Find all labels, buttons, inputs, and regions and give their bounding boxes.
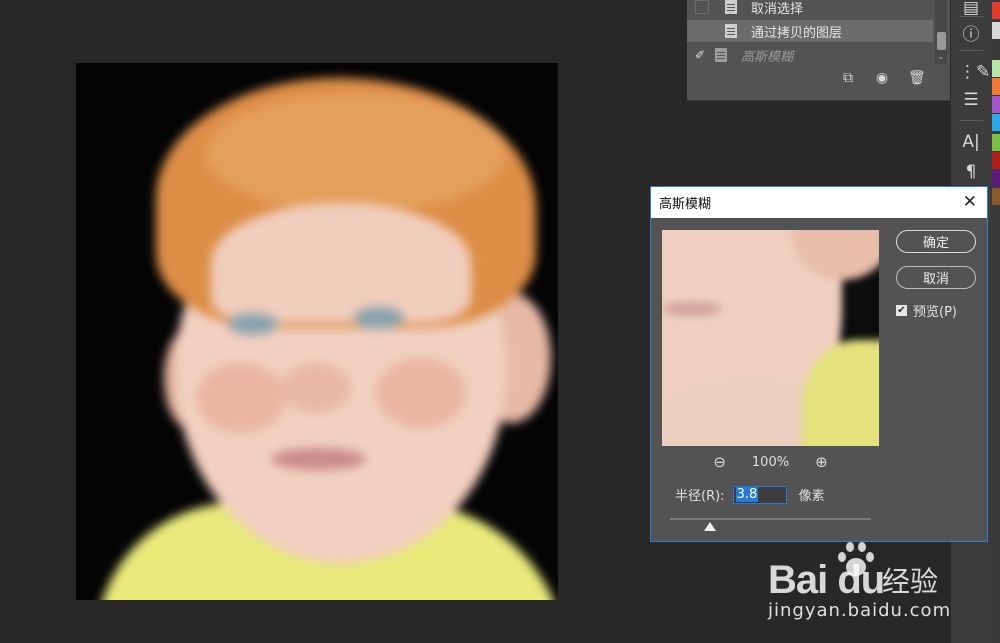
scroll-down-icon[interactable]: ⌄ xyxy=(937,52,945,62)
swatch[interactable] xyxy=(992,78,1000,95)
radius-value[interactable]: 3.8 xyxy=(735,487,759,502)
swatch[interactable] xyxy=(992,2,1000,19)
radius-label: 半径(R): xyxy=(675,489,725,504)
zoom-in-icon[interactable]: ⊕ xyxy=(815,453,828,471)
swatch[interactable] xyxy=(992,114,1000,131)
history-item[interactable]: ✐ 高斯模糊 xyxy=(687,44,933,66)
swatch[interactable] xyxy=(992,152,1000,169)
history-panel: 取消选择 通过拷贝的图层 ✐ 高斯模糊 ⌄ ⧉ ◉ 🗑 xyxy=(687,0,950,101)
watermark-cn-text: 经验 xyxy=(882,565,939,598)
document-icon xyxy=(725,24,737,38)
ok-button[interactable]: 确定 xyxy=(896,230,976,253)
radius-slider[interactable] xyxy=(670,518,871,520)
preview-label: 预览(P) xyxy=(913,305,957,320)
radius-row: 半径(R): 3.8 像素 xyxy=(675,485,825,504)
swatch[interactable] xyxy=(992,188,1000,205)
swatch[interactable] xyxy=(992,96,1000,113)
cancel-button[interactable]: 取消 xyxy=(896,266,976,289)
checkbox-checked-icon[interactable]: ✔ xyxy=(896,305,907,316)
swatch[interactable] xyxy=(992,170,1000,187)
gaussian-blur-dialog: 高斯模糊 ✕ ⊖ 100% ⊕ 半径(R): 3.8 像素 确定 取消 ✔ 预览… xyxy=(650,186,988,542)
watermark-logo-text: Bai du xyxy=(768,558,885,602)
radius-input[interactable]: 3.8 xyxy=(732,485,787,504)
paragraph-icon[interactable]: ¶ xyxy=(959,162,983,182)
adjustments-icon[interactable]: ☰ xyxy=(959,90,983,110)
history-item-label: 取消选择 xyxy=(751,1,804,17)
new-snapshot-icon[interactable]: ⧉ xyxy=(840,70,856,86)
info-icon[interactable]: ⓘ xyxy=(959,20,983,45)
radius-slider-handle[interactable] xyxy=(704,522,716,531)
preview-zoom-controls: ⊖ 100% ⊕ xyxy=(662,453,879,471)
blurred-photo xyxy=(76,63,558,600)
dialog-titlebar[interactable]: 高斯模糊 ✕ xyxy=(651,187,987,218)
swatch[interactable] xyxy=(992,22,1000,39)
zoom-out-icon[interactable]: ⊖ xyxy=(713,453,726,471)
baidu-watermark: Bai du 经验 jingyan.baidu.com xyxy=(762,540,992,640)
dialog-title: 高斯模糊 xyxy=(659,197,712,212)
camera-icon[interactable]: ◉ xyxy=(874,70,890,86)
history-source-checkbox[interactable] xyxy=(695,0,709,14)
character-icon[interactable]: A| xyxy=(959,132,983,152)
scrollbar-thumb[interactable] xyxy=(937,32,946,50)
history-item[interactable]: 取消选择 xyxy=(687,0,933,18)
history-toolbar: ⧉ ◉ 🗑 xyxy=(840,70,926,86)
history-brush-icon[interactable]: ✐ xyxy=(693,48,707,62)
watermark-url: jingyan.baidu.com xyxy=(768,600,952,621)
zoom-level: 100% xyxy=(751,454,790,470)
swatch[interactable] xyxy=(992,134,1000,151)
history-source-checkbox[interactable] xyxy=(695,24,709,38)
history-item-label: 通过拷贝的图层 xyxy=(751,25,843,41)
history-scrollbar[interactable]: ⌄ xyxy=(935,0,947,64)
preview-checkbox[interactable]: ✔ 预览(P) xyxy=(896,301,957,320)
document-icon xyxy=(715,48,727,62)
canvas-image[interactable] xyxy=(76,63,558,600)
close-icon[interactable]: ✕ xyxy=(963,192,977,212)
radius-unit: 像素 xyxy=(798,489,825,504)
brush-settings-icon[interactable]: ⋮✎ xyxy=(959,62,990,82)
history-item[interactable]: 通过拷贝的图层 xyxy=(687,20,933,42)
trash-icon[interactable]: 🗑 xyxy=(908,70,926,86)
blur-preview[interactable] xyxy=(662,230,879,446)
document-icon xyxy=(725,0,737,14)
swatch[interactable] xyxy=(992,60,1000,77)
history-item-label: 高斯模糊 xyxy=(741,49,794,65)
